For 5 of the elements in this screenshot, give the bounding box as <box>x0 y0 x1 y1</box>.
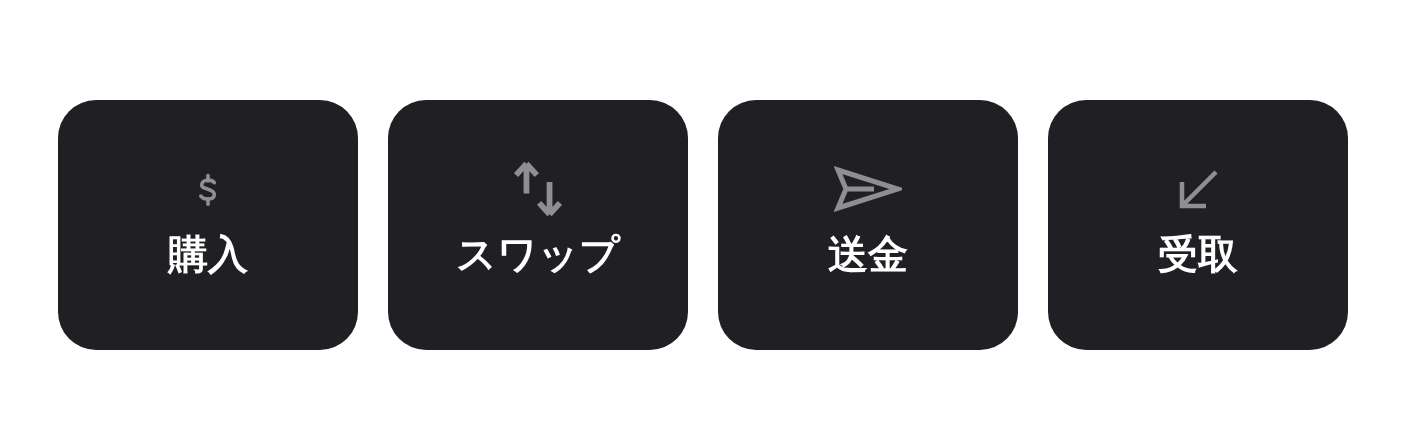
action-button[interactable]: スワップ <box>388 100 688 350</box>
action-button[interactable]: 受取 <box>1048 100 1348 350</box>
send-icon <box>834 166 902 212</box>
action-button[interactable]: 購入 <box>58 100 358 350</box>
action-button[interactable]: 送金 <box>718 100 1018 350</box>
